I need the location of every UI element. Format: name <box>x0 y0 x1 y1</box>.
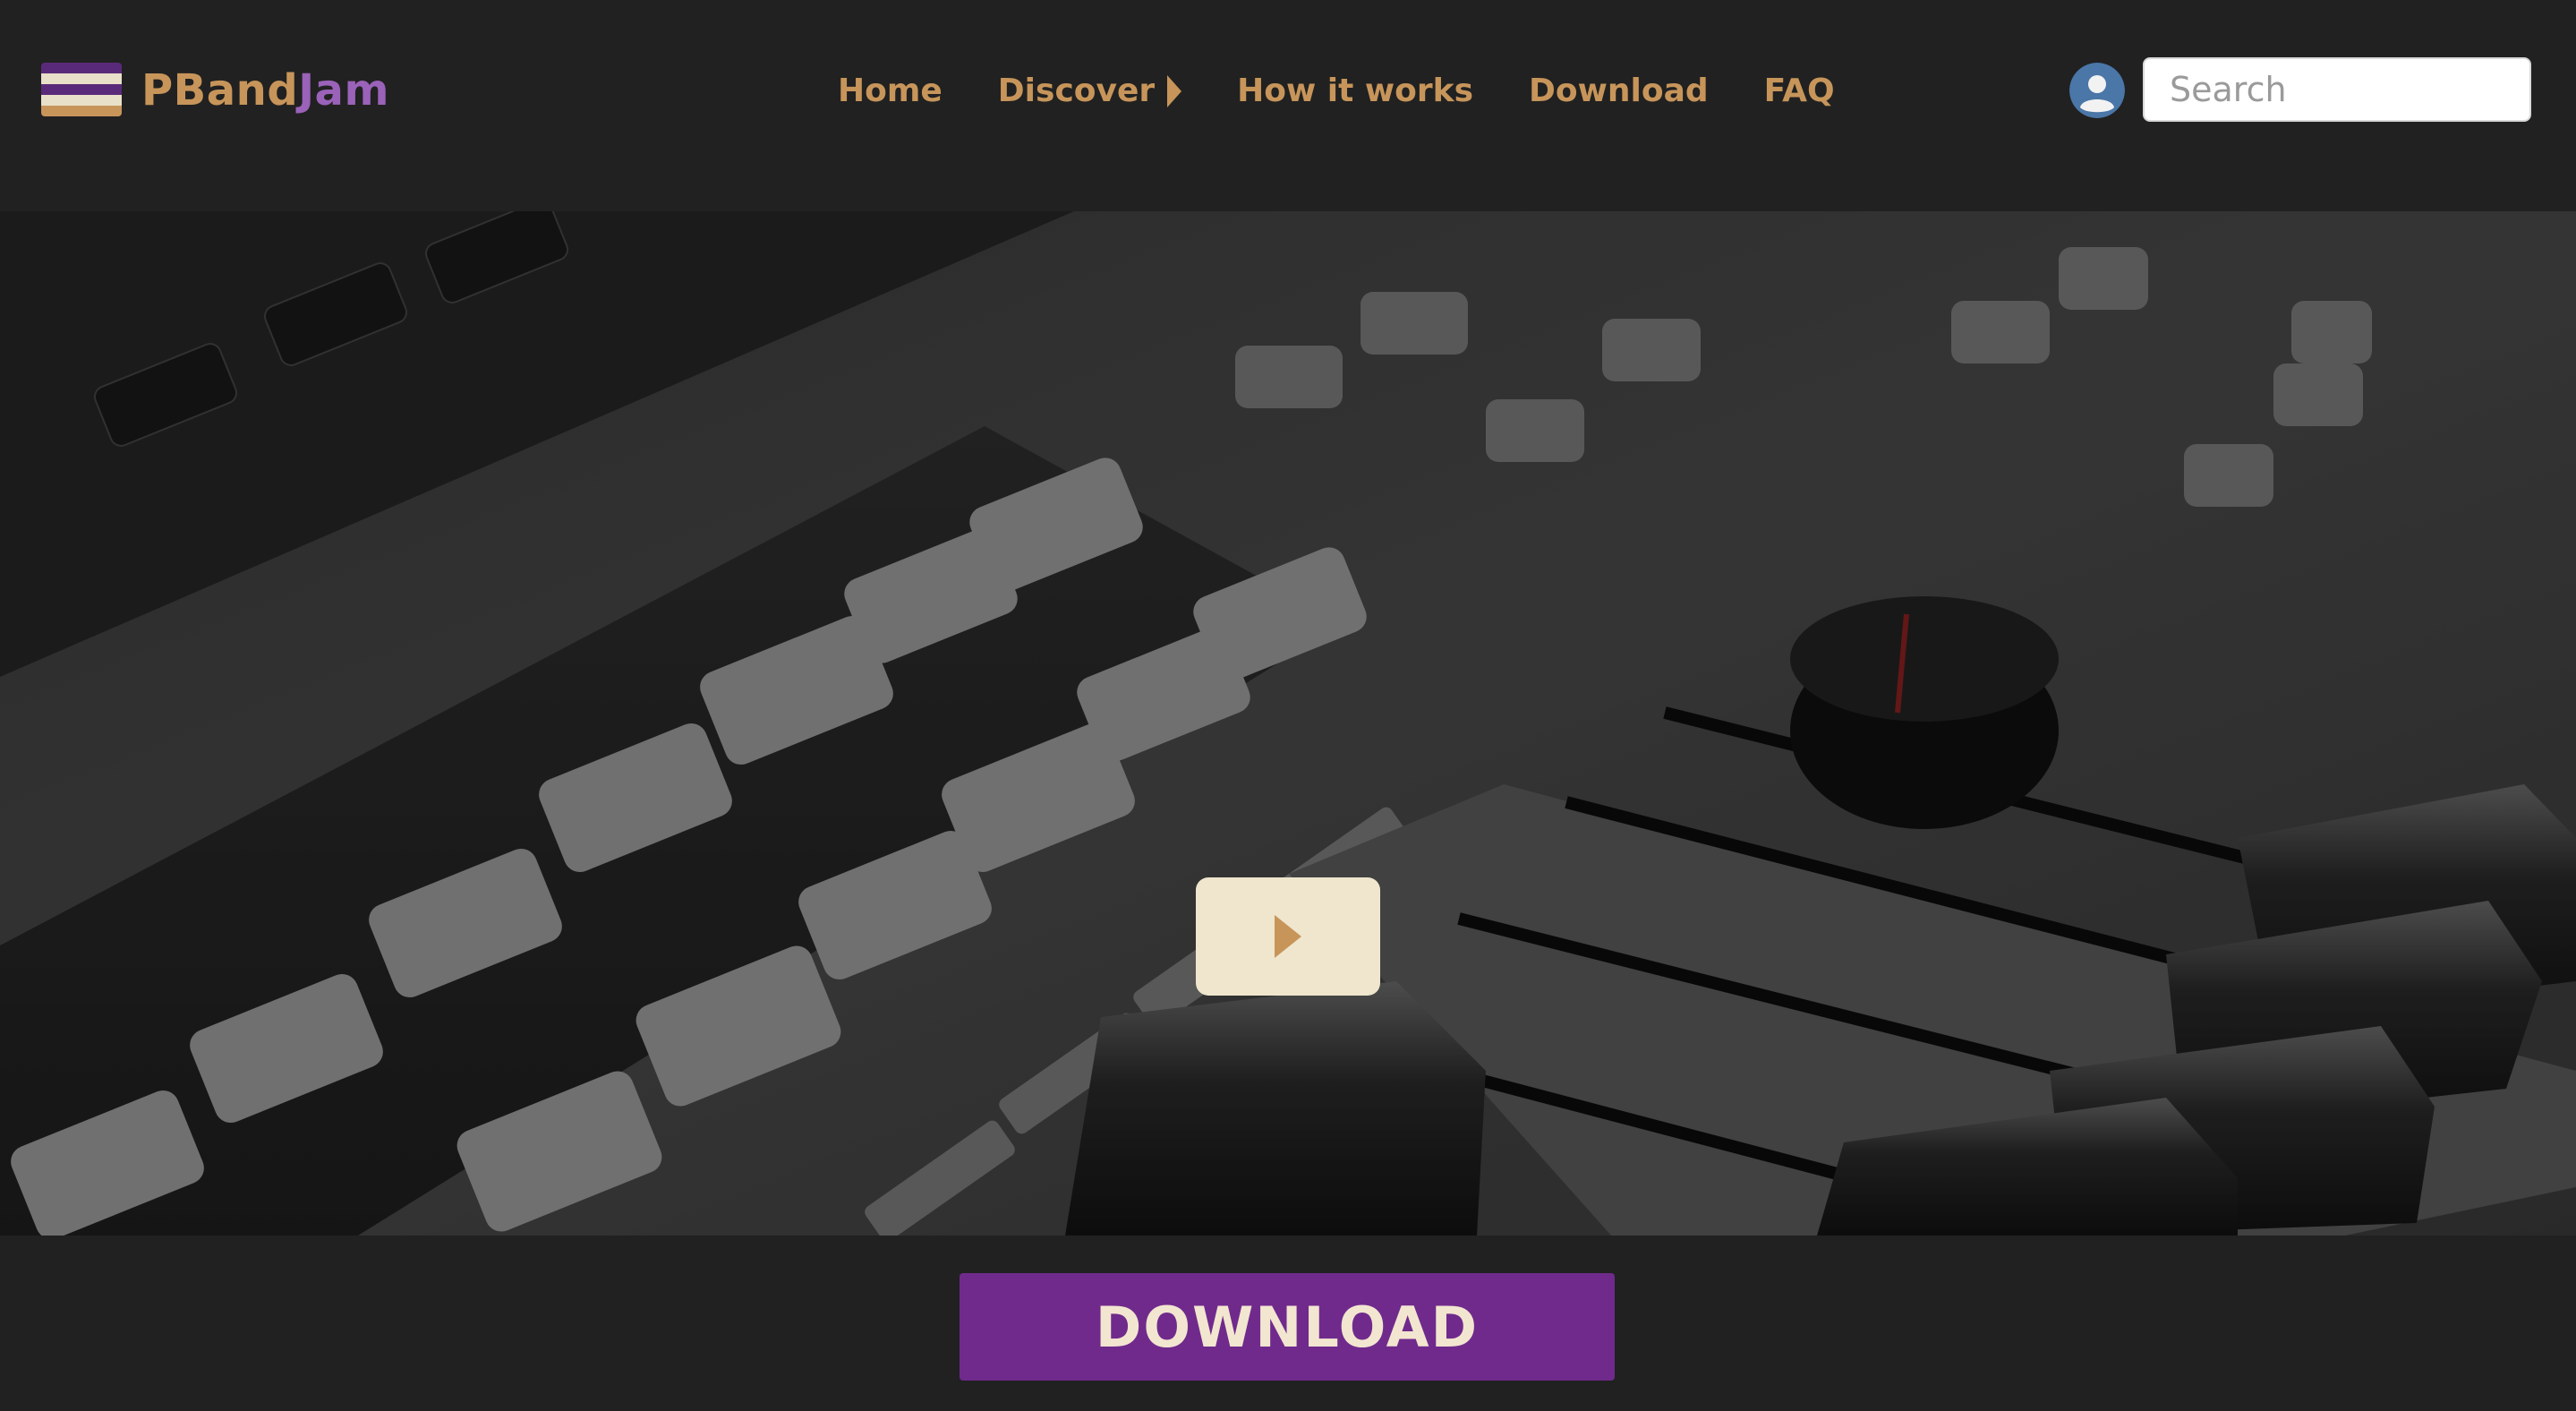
user-avatar-svg <box>2069 63 2125 118</box>
pbandjam-logo-icon[interactable] <box>41 63 122 116</box>
nav-discover-label: Discover <box>997 73 1156 109</box>
search-input[interactable] <box>2143 57 2531 122</box>
download-button[interactable]: DOWNLOAD <box>960 1273 1615 1381</box>
user-avatar-icon[interactable] <box>2069 63 2125 118</box>
logo-stripe <box>41 106 122 116</box>
main-nav: Home Discover How it works Download FAQ <box>838 64 1835 118</box>
nav-how-it-works[interactable]: How it works <box>1237 64 1473 118</box>
nav-faq-label: FAQ <box>1763 73 1835 109</box>
site-header: PBandJam Home Discover How it works Down… <box>0 0 2576 211</box>
logo-stripe <box>41 63 122 73</box>
nav-discover[interactable]: Discover <box>997 64 1182 118</box>
nav-faq[interactable]: FAQ <box>1764 64 1835 118</box>
nav-download-label: Download <box>1529 73 1709 109</box>
brand-name-part1: PBand <box>141 65 299 115</box>
nav-download[interactable]: Download <box>1529 64 1709 118</box>
brand-name[interactable]: PBandJam <box>141 59 389 122</box>
logo-stripe <box>41 73 122 84</box>
logo-stripe <box>41 84 122 95</box>
download-button-label: DOWNLOAD <box>1095 1294 1480 1360</box>
hero-video[interactable] <box>0 211 2576 1236</box>
mixer-controller-image <box>0 211 2576 1236</box>
caret-right-icon <box>1167 75 1182 107</box>
play-icon <box>1275 915 1301 958</box>
nav-how-it-works-label: How it works <box>1237 73 1474 109</box>
brand-name-part2: Jam <box>298 65 389 115</box>
logo-stripe <box>41 95 122 106</box>
nav-home[interactable]: Home <box>838 64 943 118</box>
nav-home-label: Home <box>838 73 943 109</box>
play-button[interactable] <box>1196 877 1380 996</box>
